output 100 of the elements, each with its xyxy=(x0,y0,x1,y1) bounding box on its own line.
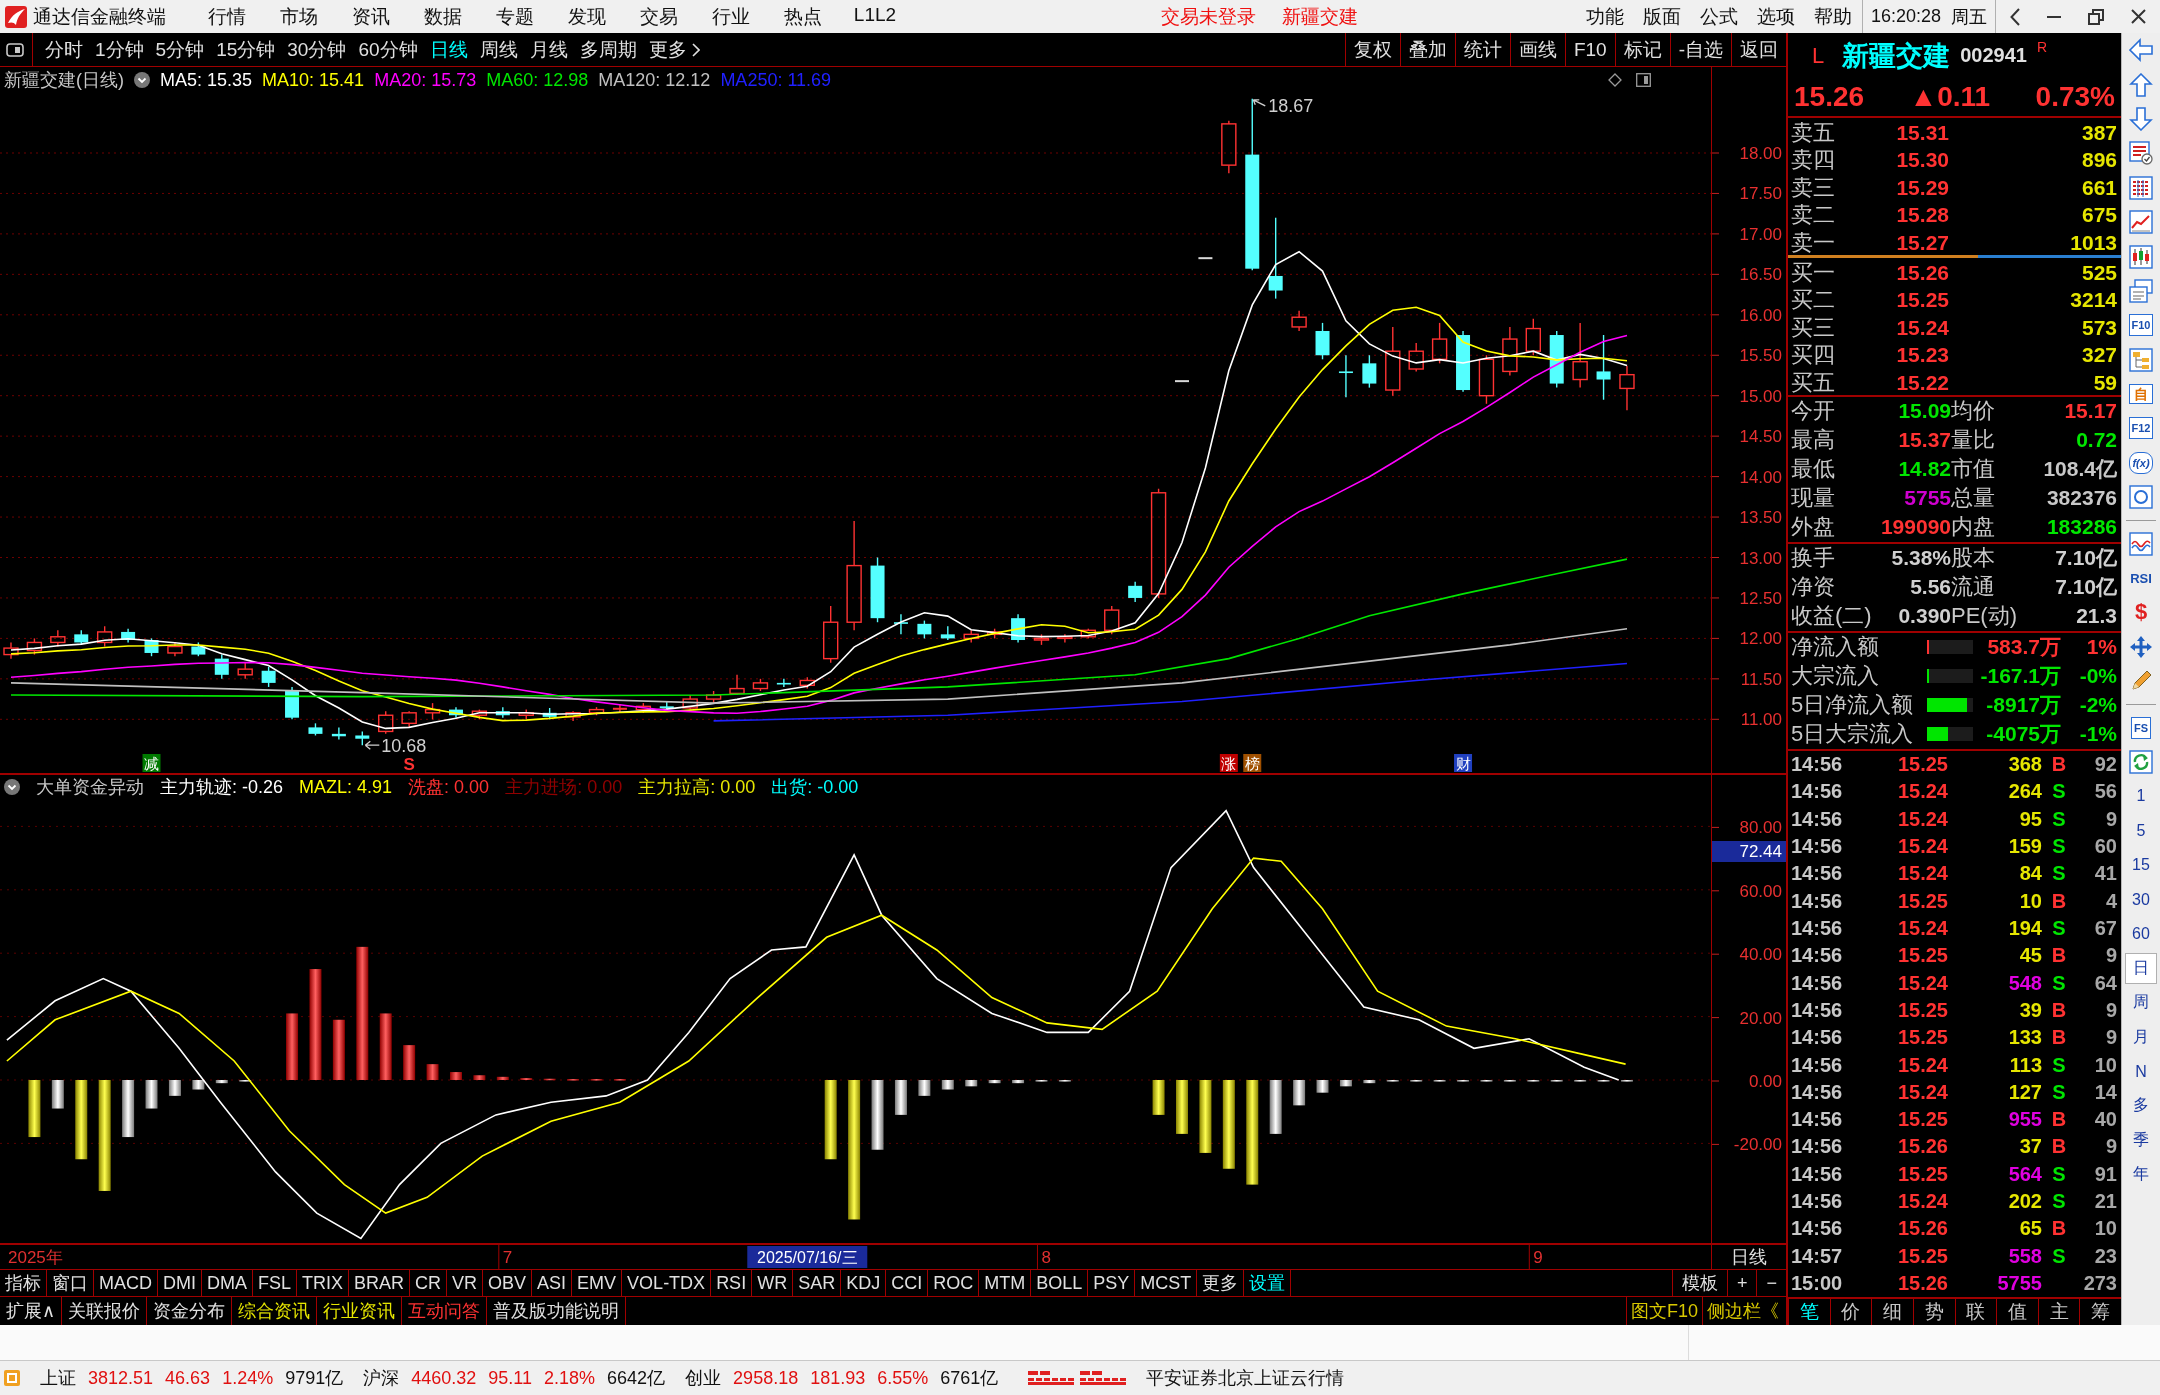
menu-item[interactable]: 帮助 xyxy=(1804,3,1862,30)
period-tab[interactable]: 60分钟 xyxy=(358,36,418,63)
period-button[interactable]: 15 xyxy=(2124,851,2158,880)
indicator-tab[interactable]: MTM xyxy=(979,1270,1032,1296)
menu-item[interactable]: 选项 xyxy=(1747,3,1805,30)
period-tab[interactable]: 5分钟 xyxy=(155,36,205,63)
close-icon[interactable] xyxy=(2131,9,2147,24)
period-button[interactable]: 5 xyxy=(2128,816,2154,845)
period-tab[interactable]: 分时 xyxy=(45,36,83,63)
restore-icon[interactable] xyxy=(2088,8,2105,25)
menu-item[interactable]: 市场 xyxy=(263,3,335,30)
indicator-tab[interactable]: ROC xyxy=(928,1270,980,1296)
period-tab[interactable]: 1分钟 xyxy=(95,36,144,63)
menu-item[interactable]: 热点 xyxy=(767,3,839,30)
arrow-left-icon[interactable] xyxy=(2129,38,2153,63)
indicator-tab[interactable]: DMA xyxy=(202,1270,253,1296)
arrow-down-icon[interactable] xyxy=(2129,106,2153,131)
more-tab[interactable]: 更多 xyxy=(648,36,700,63)
sidebar-button[interactable]: F10 xyxy=(2128,314,2154,337)
indicator-tab[interactable]: ASI xyxy=(532,1270,573,1296)
indicator-tab[interactable]: 窗口 xyxy=(47,1270,94,1296)
template-tab[interactable]: − xyxy=(1756,1270,1786,1296)
template-tab[interactable]: + xyxy=(1726,1270,1757,1296)
notice-link[interactable]: 新疆交建 xyxy=(1282,3,1358,30)
menu-item[interactable]: 行情 xyxy=(191,3,263,30)
indicator-tab[interactable]: RSI xyxy=(711,1270,753,1296)
sidebar-button[interactable]: F12 xyxy=(2128,417,2154,440)
indicator-tab[interactable]: PSY xyxy=(1088,1270,1136,1296)
toolbar-button[interactable]: 复权 xyxy=(1344,33,1400,66)
indicator-tab[interactable]: FSL xyxy=(253,1270,297,1296)
settings-tab[interactable]: 设置 xyxy=(1244,1270,1292,1296)
toolbar-button[interactable]: 叠加 xyxy=(1399,33,1455,66)
minimize-icon[interactable] xyxy=(2046,15,2061,18)
indicator-tab[interactable]: MCST xyxy=(1135,1270,1198,1296)
chevron-down-icon[interactable] xyxy=(134,72,150,88)
indicator-tab[interactable]: DMI xyxy=(158,1270,202,1296)
candlestick-icon[interactable] xyxy=(2129,244,2153,269)
menu-item[interactable]: 交易 xyxy=(623,3,695,30)
period-tab[interactable]: 周线 xyxy=(479,36,518,63)
menu-item[interactable]: 专题 xyxy=(479,3,551,30)
toolbar-button[interactable]: 标记 xyxy=(1614,33,1670,66)
sidebar-button[interactable]: f(x) xyxy=(2129,451,2153,474)
period-button[interactable]: 日 xyxy=(2125,952,2157,984)
toolbar-button[interactable]: F10 xyxy=(1564,33,1615,66)
template-tab[interactable]: 模板 xyxy=(1671,1270,1727,1296)
period-button[interactable]: 月 xyxy=(2125,1021,2157,1053)
panel-icon[interactable] xyxy=(1636,73,1651,87)
event-marker[interactable]: S xyxy=(403,755,415,773)
tree-icon[interactable] xyxy=(2129,347,2153,372)
period-tab[interactable]: 月线 xyxy=(529,36,568,63)
period-button[interactable]: 季 xyxy=(2125,1124,2157,1156)
period-button[interactable]: 多 xyxy=(2125,1090,2157,1122)
refresh-icon[interactable] xyxy=(2129,750,2153,774)
panel-toggle-icon[interactable] xyxy=(6,42,24,57)
indicator-tab[interactable]: MACD xyxy=(94,1270,158,1296)
menu-item[interactable]: 行业 xyxy=(695,3,767,30)
period-button[interactable]: 60 xyxy=(2124,919,2158,948)
menu-item[interactable]: 版面 xyxy=(1633,3,1691,30)
toolbar-button[interactable]: 统计 xyxy=(1454,33,1510,66)
indicator-tab[interactable]: BOLL xyxy=(1031,1270,1089,1296)
indicator-tab[interactable]: TRIX xyxy=(297,1270,350,1296)
menu-item[interactable]: 功能 xyxy=(1576,3,1634,30)
indicator-tab[interactable]: KDJ xyxy=(841,1270,887,1296)
event-tag[interactable]: 财 xyxy=(1454,754,1473,772)
sidebar-button[interactable]: RSI xyxy=(2130,570,2152,586)
period-button[interactable]: 30 xyxy=(2124,885,2158,914)
indicator-tab[interactable]: 更多 xyxy=(1197,1270,1245,1296)
toolbar-button[interactable]: 画线 xyxy=(1509,33,1565,66)
indicator-tab[interactable]: 指标 xyxy=(0,1270,47,1296)
arrow-up-icon[interactable] xyxy=(2129,72,2153,97)
indicator-tab[interactable]: EMV xyxy=(572,1270,623,1296)
period-button[interactable]: 1 xyxy=(2128,782,2154,811)
period-tab[interactable]: 多周期 xyxy=(579,36,637,63)
period-button[interactable]: 年 xyxy=(2125,1159,2157,1191)
menu-item[interactable]: 发现 xyxy=(551,3,623,30)
toolbar-button[interactable]: 返回 xyxy=(1731,33,1786,66)
event-tag[interactable]: 减 xyxy=(142,754,161,772)
toolbar-button[interactable]: -自选 xyxy=(1669,33,1731,66)
table-check-icon[interactable] xyxy=(2129,141,2153,166)
indicator-tab[interactable]: VOL-TDX xyxy=(622,1270,712,1296)
event-tag[interactable]: 涨 xyxy=(1219,754,1238,772)
menu-item[interactable]: 资讯 xyxy=(335,3,407,30)
move-arrows-icon[interactable] xyxy=(2129,634,2153,659)
indicator-tab[interactable]: VR xyxy=(447,1270,484,1296)
period-tab[interactable]: 30分钟 xyxy=(287,36,347,63)
indicator-tab[interactable]: SAR xyxy=(793,1270,842,1296)
indicator-tab[interactable]: CCI xyxy=(886,1270,929,1296)
period-button[interactable]: N xyxy=(2127,1057,2155,1086)
event-tag[interactable]: 榜 xyxy=(1243,754,1262,772)
menu-item[interactable]: 公式 xyxy=(1690,3,1748,30)
period-tab[interactable]: 15分钟 xyxy=(216,36,276,63)
windows-icon[interactable] xyxy=(2129,278,2153,303)
line-chart-icon[interactable] xyxy=(2129,210,2153,235)
indicator-tab[interactable]: CR xyxy=(410,1270,448,1296)
notice-link[interactable]: 交易未登录 xyxy=(1161,3,1256,30)
sidebar-button[interactable]: $ xyxy=(2134,599,2148,626)
wave-chart-icon[interactable] xyxy=(2129,531,2153,556)
grid-table-icon[interactable] xyxy=(2129,175,2153,200)
indicator-tab[interactable]: BRAR xyxy=(349,1270,411,1296)
period-button[interactable]: 周 xyxy=(2125,987,2157,1019)
